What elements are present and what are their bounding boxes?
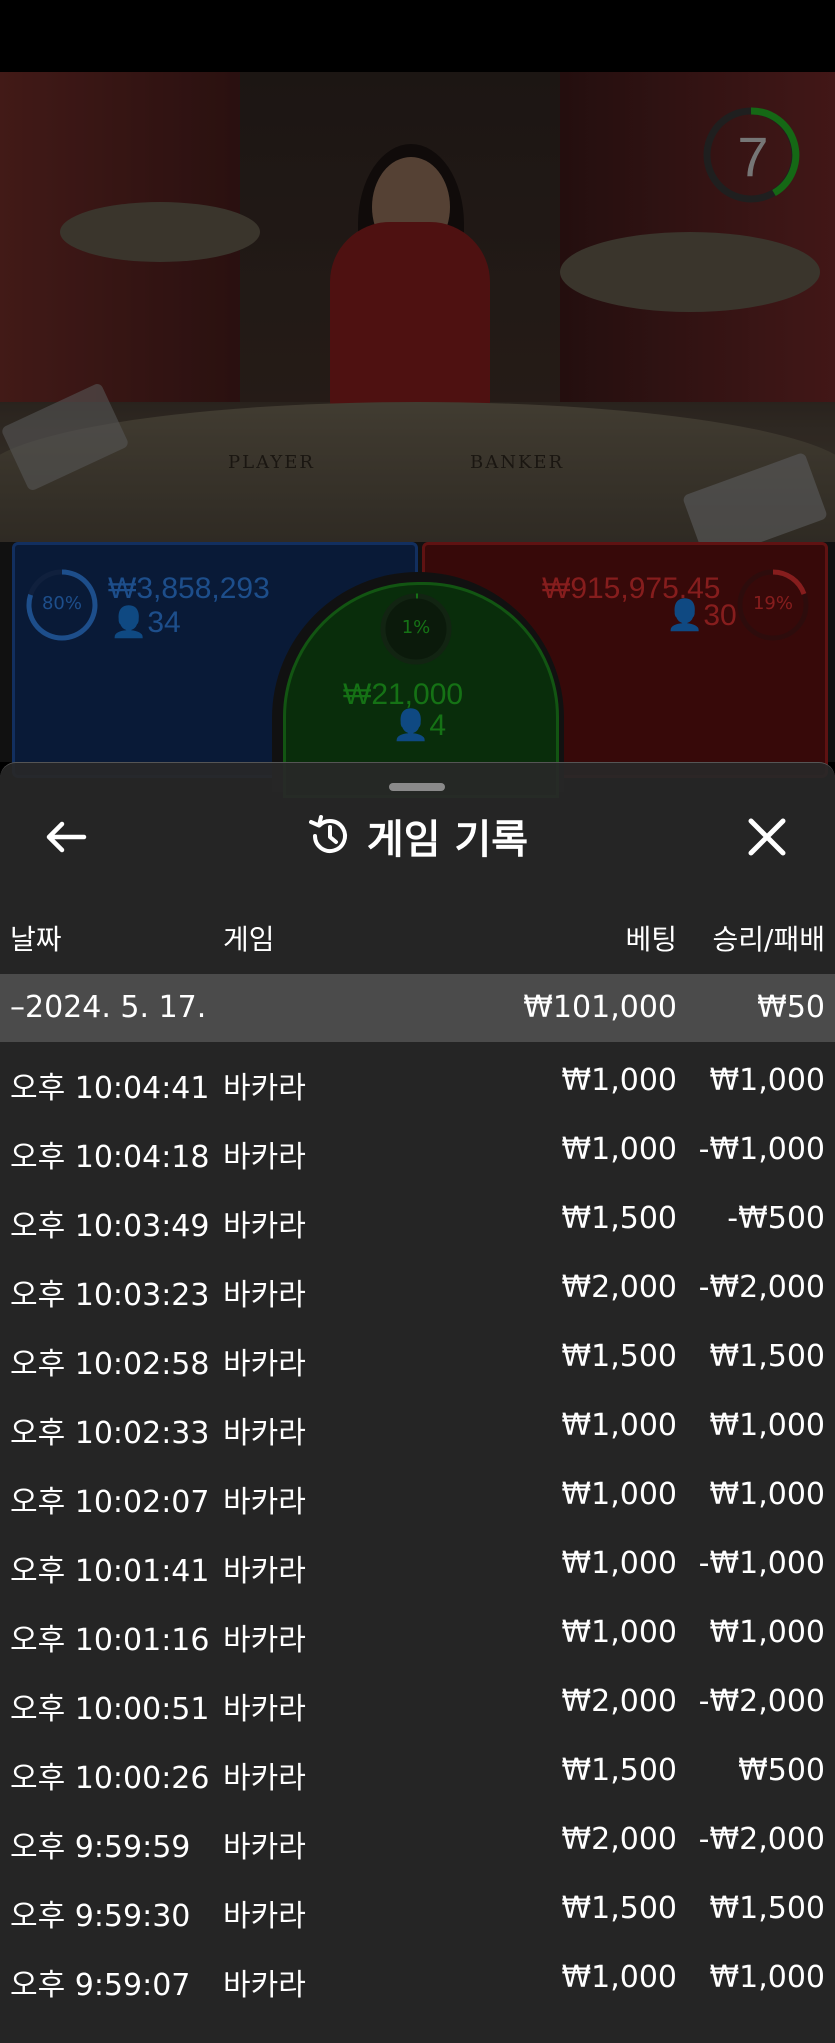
row-result: ₩1,000 [709, 1408, 825, 1443]
sheet-drag-handle[interactable] [389, 783, 445, 791]
row-game: 바카라 [223, 1899, 306, 1934]
row-game: 바카라 [223, 1209, 306, 1244]
history-row[interactable]: 오후 10:04:18 바카라 ₩1,000 -₩1,000 [0, 1116, 835, 1185]
summary-bet-total: ₩101,000 [523, 990, 677, 1025]
row-result: -₩500 [727, 1201, 825, 1236]
row-time: 오후 10:01:41 [10, 1554, 210, 1589]
history-row[interactable]: 오후 10:02:33 바카라 ₩1,000 ₩1,000 [0, 1392, 835, 1461]
history-row[interactable]: 오후 10:02:58 바카라 ₩1,500 ₩1,500 [0, 1323, 835, 1392]
row-result: ₩1,000 [709, 1477, 825, 1512]
column-header-result: 승리/패배 [712, 923, 825, 956]
close-icon[interactable] [742, 812, 792, 862]
row-time: 오후 10:00:26 [10, 1761, 210, 1796]
row-game: 바카라 [223, 1968, 306, 2003]
history-row[interactable]: 오후 9:59:30 바카라 ₩1,500 ₩1,500 [0, 1875, 835, 1944]
history-icon [308, 815, 347, 853]
row-bet: ₩2,000 [561, 1822, 677, 1857]
row-time: 오후 10:00:51 [10, 1692, 210, 1727]
row-game: 바카라 [223, 1761, 306, 1796]
row-time: 오후 9:59:30 [10, 1899, 191, 1934]
column-header-game: 게임 [223, 923, 275, 956]
row-bet: ₩2,000 [561, 1684, 677, 1719]
row-result: -₩1,000 [698, 1546, 825, 1581]
row-bet: ₩1,000 [561, 1615, 677, 1650]
history-row[interactable]: 오후 10:01:41 바카라 ₩1,000 -₩1,000 [0, 1530, 835, 1599]
row-time: 오후 10:03:23 [10, 1278, 210, 1313]
row-game: 바카라 [223, 1140, 306, 1175]
history-row[interactable]: 오후 10:01:16 바카라 ₩1,000 ₩1,000 [0, 1599, 835, 1668]
row-bet: ₩1,500 [561, 1201, 677, 1236]
sheet-header: 게임 기록 [0, 804, 835, 868]
row-bet: ₩1,500 [561, 1753, 677, 1788]
row-bet: ₩1,000 [561, 1408, 677, 1443]
row-bet: ₩1,000 [561, 1477, 677, 1512]
row-bet: ₩1,500 [561, 1891, 677, 1926]
row-bet: ₩1,000 [561, 1546, 677, 1581]
summary-date: –2024. 5. 17. [10, 990, 207, 1025]
row-game: 바카라 [223, 1830, 306, 1865]
row-time: 오후 10:02:07 [10, 1485, 210, 1520]
row-bet: ₩1,000 [561, 1132, 677, 1167]
row-result: ₩1,000 [709, 1063, 825, 1098]
history-row[interactable]: 오후 10:02:07 바카라 ₩1,000 ₩1,000 [0, 1461, 835, 1530]
row-result: -₩2,000 [698, 1684, 825, 1719]
history-row[interactable]: 오후 9:59:59 바카라 ₩2,000 -₩2,000 [0, 1806, 835, 1875]
row-bet: ₩1,500 [561, 1339, 677, 1374]
row-result: -₩1,000 [698, 1132, 825, 1167]
summary-result-total: ₩50 [757, 990, 825, 1025]
row-bet: ₩2,000 [561, 1270, 677, 1305]
column-header-bet: 베팅 [625, 923, 677, 956]
row-time: 오후 10:03:49 [10, 1209, 210, 1244]
column-header-date: 날짜 [10, 923, 62, 956]
row-time: 오후 9:59:07 [10, 1968, 191, 2003]
row-game: 바카라 [223, 1692, 306, 1727]
row-bet: ₩1,000 [561, 1960, 677, 1995]
row-game: 바카라 [223, 1071, 306, 1106]
history-row[interactable]: 오후 10:03:49 바카라 ₩1,500 -₩500 [0, 1185, 835, 1254]
history-row[interactable]: 오후 10:04:41 바카라 ₩1,000 ₩1,000 [0, 1047, 835, 1116]
row-result: -₩2,000 [698, 1270, 825, 1305]
history-row[interactable]: 오후 10:03:23 바카라 ₩2,000 -₩2,000 [0, 1254, 835, 1323]
row-game: 바카라 [223, 1278, 306, 1313]
row-game: 바카라 [223, 1347, 306, 1382]
row-result: -₩2,000 [698, 1822, 825, 1857]
row-time: 오후 10:04:18 [10, 1140, 210, 1175]
row-time: 오후 10:04:41 [10, 1071, 210, 1106]
date-summary-row[interactable]: –2024. 5. 17. ₩101,000 ₩50 [0, 974, 835, 1042]
row-time: 오후 10:01:16 [10, 1623, 210, 1658]
row-time: 오후 10:02:33 [10, 1416, 210, 1451]
row-result: ₩1,000 [709, 1615, 825, 1650]
history-row[interactable]: 오후 10:00:26 바카라 ₩1,500 ₩500 [0, 1737, 835, 1806]
row-result: ₩1,500 [709, 1891, 825, 1926]
sheet-title: 게임 기록 [366, 817, 529, 863]
history-row[interactable]: 오후 9:59:07 바카라 ₩1,000 ₩1,000 [0, 1944, 835, 2013]
row-result: ₩1,500 [709, 1339, 825, 1374]
top-black-band [0, 0, 835, 72]
row-result: ₩1,000 [709, 1960, 825, 1995]
row-bet: ₩1,000 [561, 1063, 677, 1098]
row-time: 오후 10:02:58 [10, 1347, 210, 1382]
row-game: 바카라 [223, 1623, 306, 1658]
row-game: 바카라 [223, 1554, 306, 1589]
row-game: 바카라 [223, 1485, 306, 1520]
row-game: 바카라 [223, 1416, 306, 1451]
history-row[interactable]: 오후 10:00:51 바카라 ₩2,000 -₩2,000 [0, 1668, 835, 1737]
row-result: ₩500 [738, 1753, 825, 1788]
row-time: 오후 9:59:59 [10, 1830, 191, 1865]
